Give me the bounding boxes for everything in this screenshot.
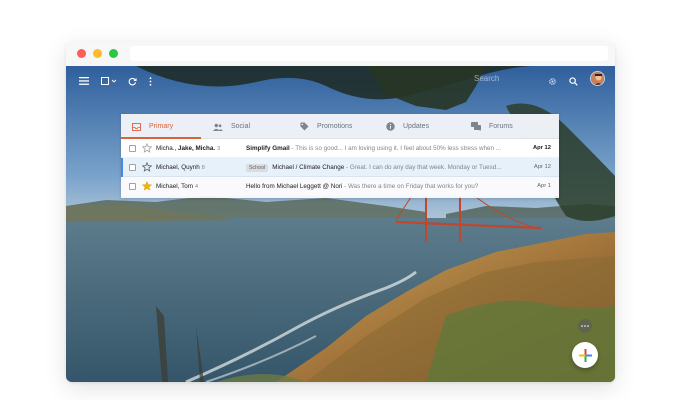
people-icon (213, 122, 223, 132)
more-options-button[interactable] (578, 319, 592, 333)
email-content: School Michael / Climate Change - Great. … (246, 163, 528, 172)
email-content: Simplify Gmail - This is so good... I am… (246, 145, 528, 152)
tab-updates[interactable]: Updates (385, 114, 429, 139)
tab-label: Promotions (317, 123, 353, 130)
browser-window: Search Primary Social Promotions Updates… (66, 42, 615, 382)
row-checkbox[interactable] (129, 164, 136, 171)
gmail-viewport: Search Primary Social Promotions Updates… (66, 66, 615, 382)
email-date: Apr 1 (537, 183, 551, 189)
browser-titlebar (66, 42, 615, 66)
tab-primary[interactable]: Primary (131, 114, 173, 139)
inbox-icon (131, 122, 141, 132)
email-content: Hello from Michael Leggett @ Nori - Was … (246, 183, 528, 190)
email-row[interactable]: Micha., Jake, Micha. 3 Simplify Gmail - T… (121, 139, 559, 158)
selected-row-indicator (121, 158, 123, 177)
email-sender: Michael, Tom 4 (156, 183, 246, 190)
tag-icon (299, 122, 309, 132)
star-icon[interactable] (142, 162, 152, 172)
plus-icon (578, 348, 592, 362)
tab-social[interactable]: Social (213, 114, 250, 139)
email-sender: Micha., Jake, Micha. 3 (156, 145, 246, 152)
star-icon[interactable] (142, 143, 152, 153)
inbox-list: Primary Social Promotions Updates Forums… (121, 114, 559, 198)
minimize-window-button[interactable] (93, 49, 102, 58)
select-checkbox-icon[interactable] (100, 74, 118, 88)
sender-names: Michael, Tom (156, 183, 193, 190)
row-checkbox[interactable] (129, 145, 136, 152)
more-vertical-icon[interactable] (146, 74, 154, 88)
gear-icon[interactable] (546, 74, 558, 88)
compose-button[interactable] (572, 342, 598, 368)
sender-names: Michael, Quynh (156, 164, 200, 171)
email-row[interactable]: Michael, Quynh 8 School Michael / Climate … (121, 158, 559, 177)
tab-label: Primary (149, 123, 174, 130)
info-icon (385, 122, 395, 132)
thread-count: 3 (217, 146, 221, 152)
email-date: Apr 12 (533, 164, 551, 170)
email-subject: Michael / Climate Change (272, 163, 345, 171)
inbox-tabs: Primary Social Promotions Updates Forums (121, 114, 559, 139)
sender-names: Micha., (156, 145, 179, 152)
refresh-icon[interactable] (126, 74, 138, 88)
search-icon[interactable] (567, 74, 579, 88)
email-subject: Simplify Gmail (246, 144, 290, 152)
sender-names-unread: Jake, Micha. (178, 145, 216, 152)
email-sender: Michael, Quynh 8 (156, 164, 246, 171)
star-icon[interactable] (142, 181, 152, 191)
tab-label: Social (231, 123, 251, 130)
email-snippet: - Great. I can do any day that week. Mon… (344, 163, 502, 171)
gmail-top-bar: Search (66, 66, 615, 96)
thread-count: 8 (201, 165, 205, 171)
tab-promotions[interactable]: Promotions (299, 114, 352, 139)
tab-forums[interactable]: Forums (471, 114, 513, 139)
email-snippet: - Was there a time on Friday that works … (342, 182, 479, 190)
email-date: Apr 12 (532, 145, 551, 151)
close-window-button[interactable] (77, 49, 86, 58)
maximize-window-button[interactable] (109, 49, 118, 58)
thread-count: 4 (194, 184, 199, 190)
tab-label: Updates (403, 123, 430, 130)
more-horizontal-icon (581, 325, 589, 327)
address-bar[interactable] (130, 46, 608, 61)
email-subject: Hello from Michael Leggett @ Nori (246, 182, 343, 190)
tab-label: Forums (489, 123, 513, 130)
search-placeholder[interactable]: Search (474, 74, 499, 83)
avatar[interactable] (590, 71, 605, 86)
forum-icon (471, 122, 481, 132)
email-label-chip[interactable]: School (246, 163, 269, 172)
row-checkbox[interactable] (129, 183, 136, 190)
email-row[interactable]: Michael, Tom 4 Hello from Michael Leggett… (121, 177, 559, 196)
hamburger-menu-icon[interactable] (78, 74, 90, 88)
email-snippet: - This is so good... I am loving using i… (289, 144, 502, 152)
